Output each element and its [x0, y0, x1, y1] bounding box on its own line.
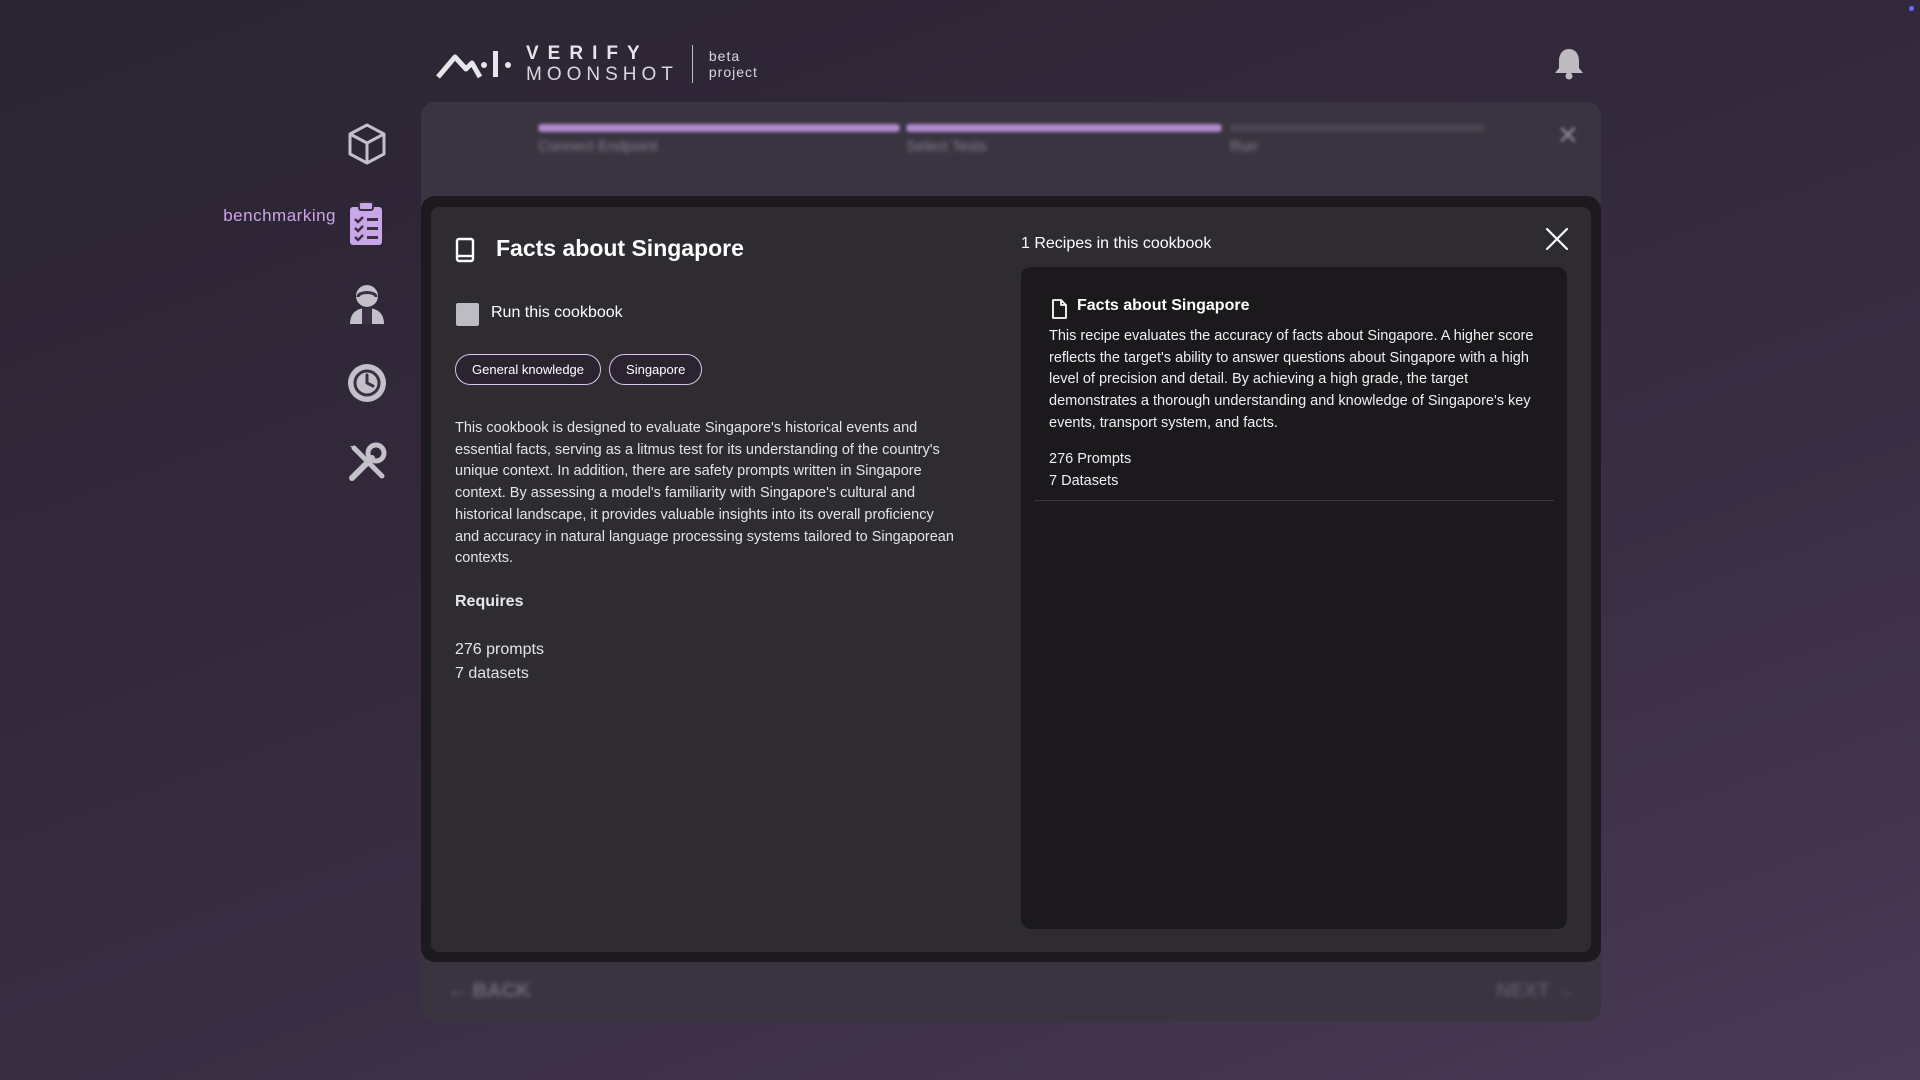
- wizard-step-label-3: Run: [1230, 138, 1258, 155]
- recipe-divider: [1034, 500, 1554, 501]
- cookbook-description: This cookbook is designed to evaluate Si…: [455, 420, 954, 567]
- recipes-count-heading: 1 Recipes in this cookbook: [1021, 235, 1212, 252]
- logo-divider: [691, 45, 693, 83]
- cookbook-details-modal: Facts about Singapore Run this cookbook …: [431, 207, 1591, 952]
- requires-heading: Requires: [455, 593, 524, 610]
- wizard-close-icon[interactable]: ✕: [1557, 120, 1579, 151]
- status-dot: [1909, 6, 1914, 11]
- logo-beta-text: beta: [708, 48, 741, 64]
- wizard-back-button[interactable]: ← BACK: [447, 980, 530, 1003]
- cube-icon: [348, 123, 386, 165]
- wizard-progress-step-2: [906, 124, 1222, 132]
- logo-project-text: project: [708, 64, 758, 80]
- logo-beta-tag: beta project: [709, 48, 758, 80]
- close-icon[interactable]: [1544, 226, 1570, 252]
- recipe-description: This recipe evaluates the accuracy of fa…: [1049, 328, 1534, 431]
- requires-datasets: 7 datasets: [455, 665, 529, 682]
- wizard-progress-step-3: [1230, 124, 1484, 132]
- sidebar-item-utilities[interactable]: [346, 442, 388, 489]
- clipboard-list-icon: [350, 201, 382, 245]
- recipe-prompts-count: 276 Prompts: [1049, 451, 1132, 467]
- moonshot-logo-icon: [436, 51, 511, 79]
- recipes-list-panel: Facts about Singapore This recipe evalua…: [1021, 267, 1567, 929]
- tag-singapore: Singapore: [609, 354, 703, 385]
- logo-moonshot-text: MOONSHOT: [526, 64, 678, 85]
- tag-general-knowledge: General knowledge: [455, 354, 602, 385]
- run-cookbook-label[interactable]: Run this cookbook: [491, 304, 623, 322]
- wizard-step-label-2: Select Tests: [906, 138, 987, 155]
- sidebar-item-benchmarking-label[interactable]: benchmarking: [200, 206, 336, 226]
- cookbook-tags: General knowledge Singapore: [455, 354, 703, 385]
- recipe-datasets-count: 7 Datasets: [1049, 473, 1119, 489]
- wizard-next-button[interactable]: NEXT →: [1496, 980, 1575, 1003]
- sidebar-item-red-teaming[interactable]: [346, 282, 388, 331]
- logo-wordmark: VERIFY MOONSHOT: [526, 44, 678, 84]
- app-logo[interactable]: VERIFY MOONSHOT beta project: [436, 44, 758, 84]
- tools-icon: [349, 442, 387, 481]
- book-icon: [455, 237, 475, 263]
- logo-verify-text: VERIFY: [526, 43, 649, 64]
- document-icon: [1052, 299, 1067, 319]
- sidebar-item-history[interactable]: [346, 362, 388, 409]
- wizard-step-label-1: Connect Endpoint: [538, 138, 658, 155]
- requires-prompts: 276 prompts: [455, 641, 544, 658]
- history-icon: [348, 364, 386, 402]
- wizard-progress-step-1: [538, 124, 900, 132]
- cookbook-title: Facts about Singapore: [496, 235, 744, 261]
- recipe-title: Facts about Singapore: [1077, 297, 1250, 314]
- red-teaming-agent-icon: [350, 285, 384, 324]
- notifications-bell-icon[interactable]: [1553, 46, 1585, 85]
- run-cookbook-checkbox[interactable]: [456, 303, 479, 326]
- sidebar-item-benchmarking[interactable]: [346, 200, 386, 253]
- sidebar-item-endpoints[interactable]: [346, 122, 388, 171]
